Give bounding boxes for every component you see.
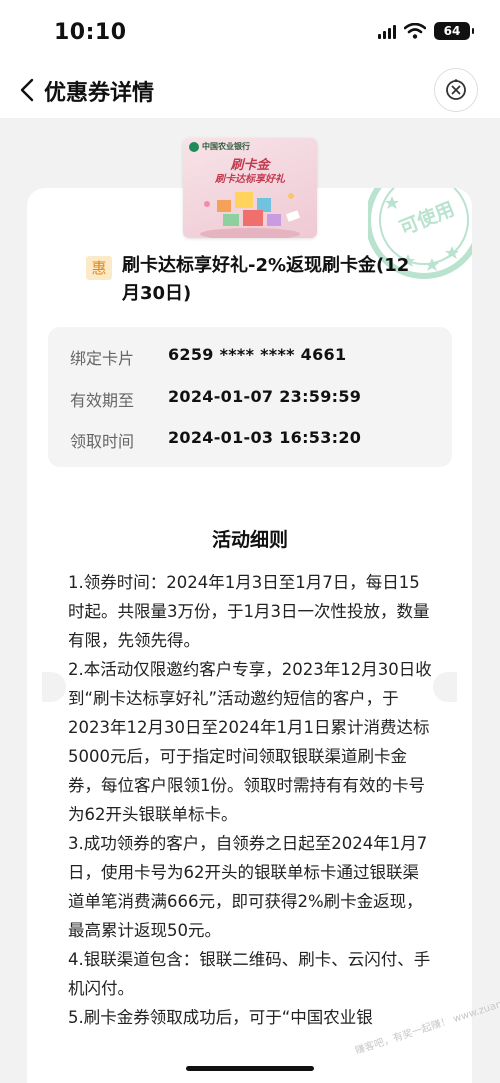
ticket-notch-left — [42, 672, 66, 702]
coupon-info-box: 绑定卡片 6259 **** **** 4661 有效期至 2024-01-07… — [48, 327, 452, 467]
info-label: 有效期至 — [70, 391, 135, 410]
back-button[interactable] — [16, 76, 40, 104]
info-label: 领取时间 — [70, 432, 135, 451]
cellular-signal-icon — [378, 23, 396, 39]
gift-illustration-icon — [200, 192, 301, 238]
close-circle-icon — [446, 79, 466, 100]
status-time: 10:10 — [54, 20, 127, 45]
info-value: 2024-01-03 16:53:20 — [168, 428, 362, 447]
battery-icon: 64 — [434, 22, 474, 40]
discount-tag: 惠 — [86, 256, 112, 280]
status-bar: 10:10 64 — [0, 0, 500, 62]
ticket-notch-right — [433, 672, 457, 702]
rule-item: 2.本活动仅限邀约客户专享，2023年12月30日收到“刷卡达标享好礼”活动邀约… — [68, 660, 432, 824]
rule-item: 3.成功领券的客户，自领券之日起至2024年1月7日，使用卡号为62开头的银联单… — [68, 834, 428, 940]
coupon-card-image: 中国农业银行 刷卡金 刷卡达标享好礼 — [183, 138, 317, 238]
bank-logo-icon — [189, 142, 199, 152]
info-label: 绑定卡片 — [70, 349, 135, 368]
bank-name: 中国农业银行 — [202, 142, 250, 151]
coupon-title: 刷卡达标享好礼-2%返现刷卡金(12月30日) — [122, 255, 410, 304]
nav-bar: 优惠券详情 — [0, 62, 500, 118]
home-indicator — [186, 1066, 314, 1071]
info-value: 6259 **** **** 4661 — [168, 345, 347, 364]
status-icons: 64 — [378, 22, 474, 40]
page-title: 优惠券详情 — [44, 81, 155, 106]
rules-body: 1.领券时间：2024年1月3日至1月7日，每日15时起。共限量3万份，于1月3… — [68, 568, 433, 1032]
rules-title: 活动细则 — [211, 529, 288, 551]
chevron-left-icon — [20, 78, 34, 102]
info-value: 2024-01-07 23:59:59 — [168, 387, 362, 406]
rule-item: 5.刷卡金券领取成功后，可于“中国农业银 — [68, 1008, 373, 1027]
rule-item: 1.领券时间：2024年1月3日至1月7日，每日15时起。共限量3万份，于1月3… — [68, 573, 430, 650]
rule-item: 4.银联渠道包含：银联二维码、刷卡、云闪付、手机闪付。 — [68, 950, 431, 998]
close-button[interactable] — [434, 68, 478, 112]
wifi-icon — [404, 23, 426, 39]
